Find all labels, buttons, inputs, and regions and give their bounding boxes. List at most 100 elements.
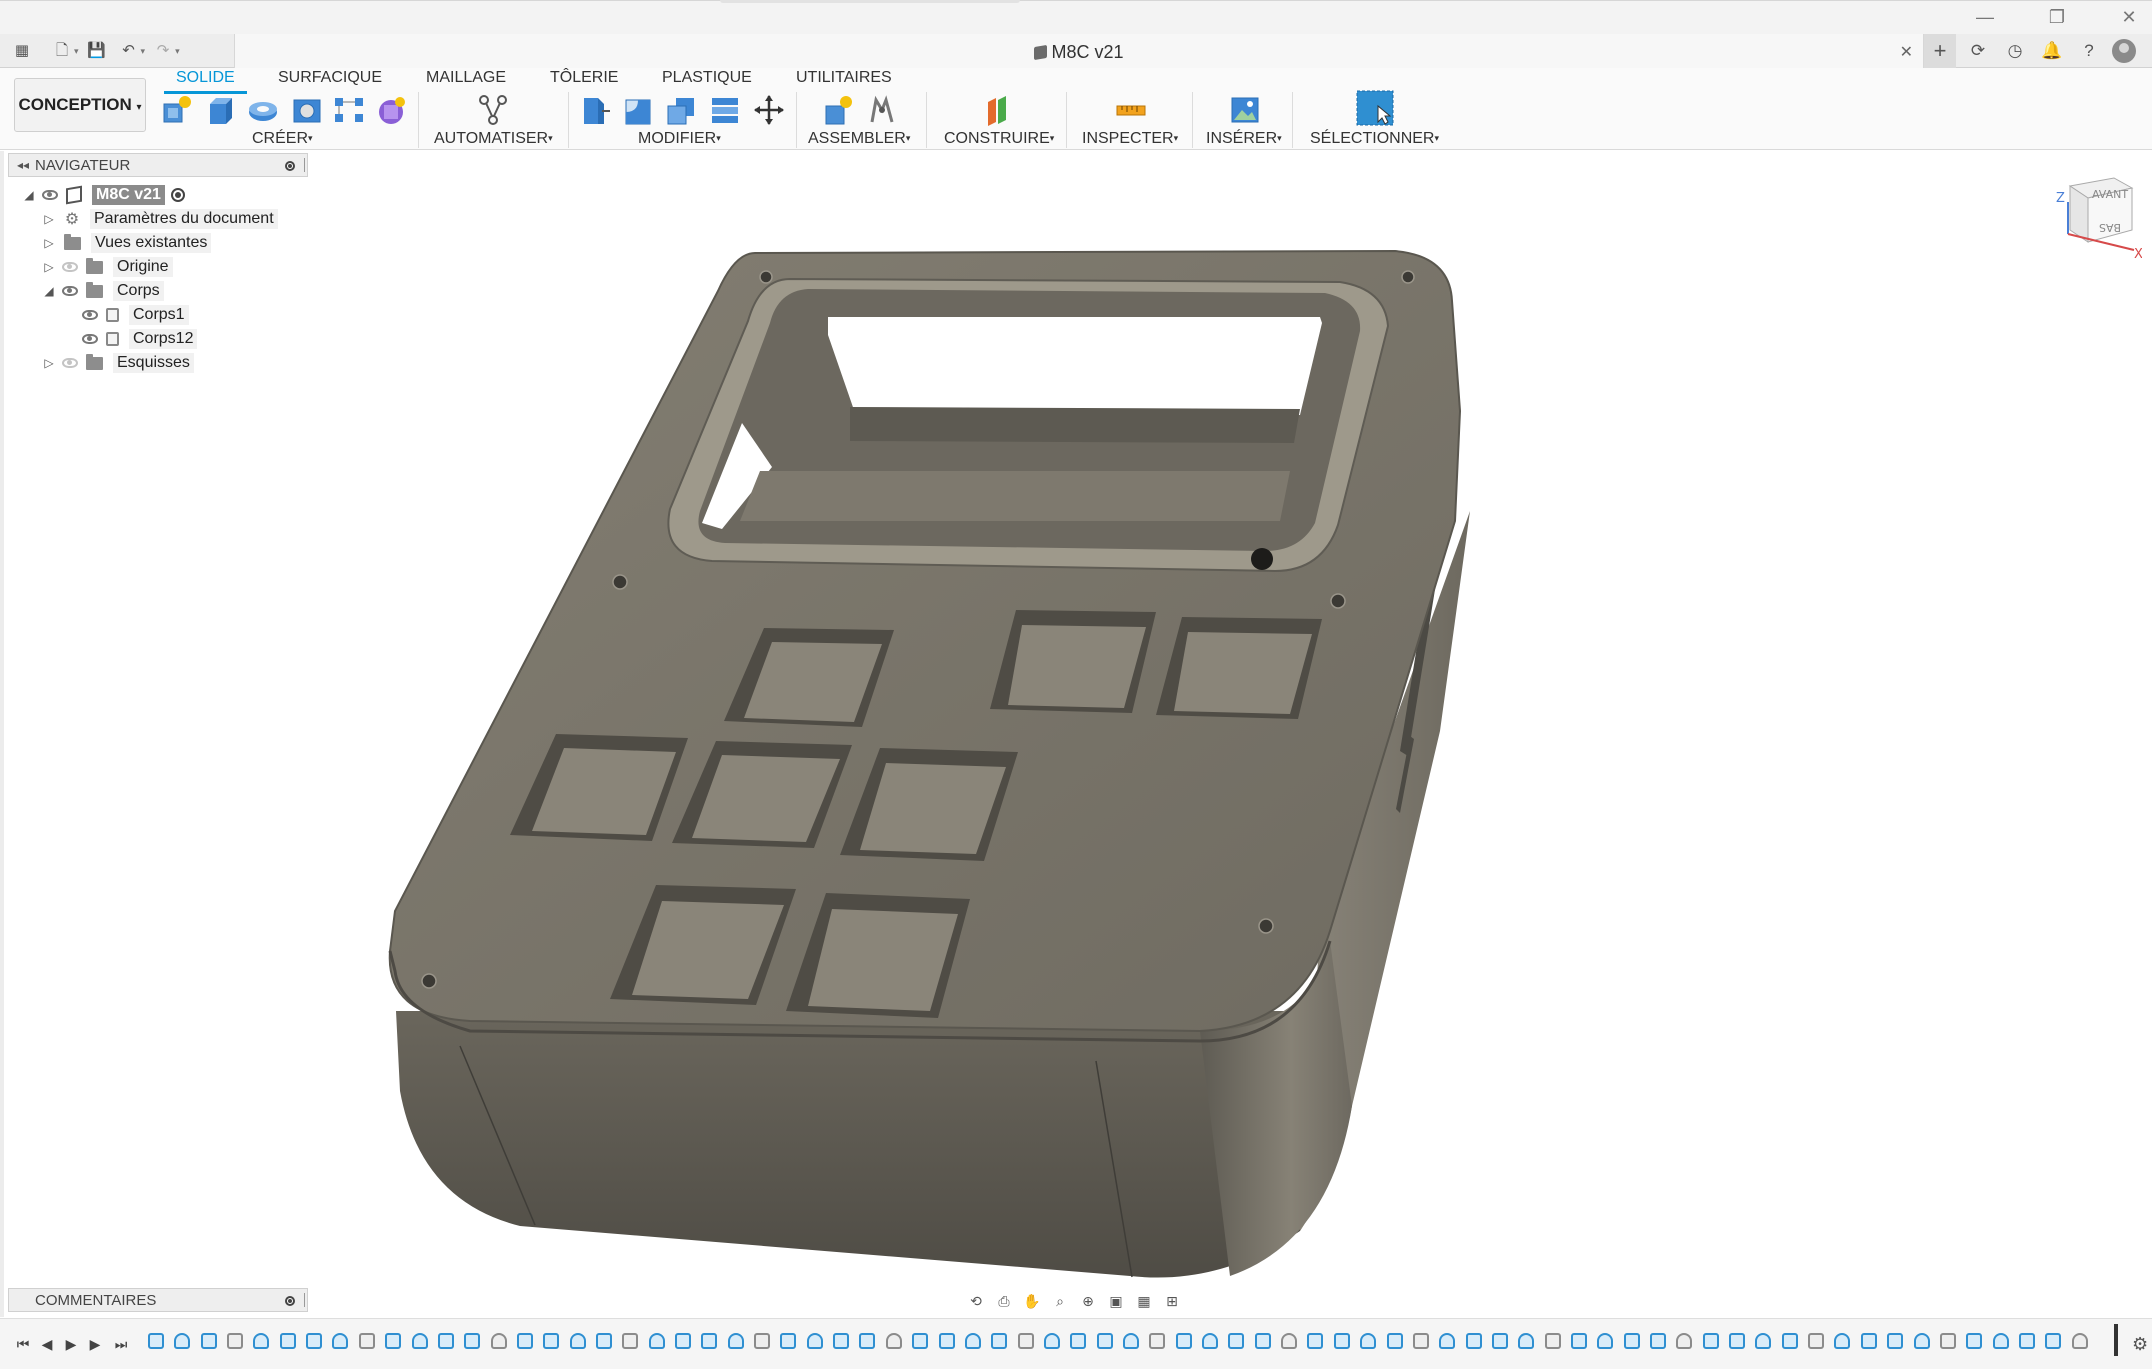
- create-form-icon[interactable]: [374, 94, 408, 126]
- timeline-feature[interactable]: [1834, 1333, 1850, 1349]
- timeline-feature[interactable]: [332, 1333, 348, 1349]
- close-window-button[interactable]: ✕: [2116, 5, 2142, 29]
- data-panel-grid-icon[interactable]: ▦: [12, 41, 32, 61]
- select-icon[interactable]: [1356, 90, 1394, 126]
- look-at-icon[interactable]: ⎙: [992, 1291, 1016, 1311]
- timeline-feature[interactable]: [1861, 1333, 1877, 1349]
- timeline-feature[interactable]: [939, 1333, 955, 1349]
- timeline-feature[interactable]: [780, 1333, 796, 1349]
- undo-caret[interactable]: ▾: [141, 46, 146, 57]
- tab-utilitaires[interactable]: UTILITAIRES: [796, 68, 892, 88]
- restore-button[interactable]: ❐: [2044, 5, 2070, 29]
- timeline-feature[interactable]: [1387, 1333, 1403, 1349]
- tab-plastique[interactable]: PLASTIQUE: [662, 68, 752, 88]
- timeline-feature[interactable]: [1307, 1333, 1323, 1349]
- timeline-feature[interactable]: [1413, 1333, 1429, 1349]
- measure-icon[interactable]: [1114, 94, 1148, 126]
- timeline-first-button[interactable]: ⏮: [12, 1333, 34, 1355]
- tree-toggle-icon[interactable]: ◢: [42, 284, 56, 298]
- pattern-icon[interactable]: [332, 94, 366, 126]
- timeline-feature[interactable]: [570, 1333, 586, 1349]
- timeline-feature-strip[interactable]: [148, 1329, 2108, 1357]
- timeline-prev-button[interactable]: ◀: [36, 1333, 58, 1355]
- document-tab[interactable]: M8C v21 ✕: [234, 34, 1924, 68]
- tree-item-corps12[interactable]: Corps12: [76, 328, 198, 350]
- tree-toggle-icon[interactable]: ▷: [42, 356, 56, 370]
- timeline-feature[interactable]: [385, 1333, 401, 1349]
- timeline-feature[interactable]: [1887, 1333, 1903, 1349]
- joint-icon[interactable]: [866, 94, 900, 126]
- timeline-feature[interactable]: [859, 1333, 875, 1349]
- tree-item-parametres[interactable]: ▷ ⚙ Paramètres du document: [42, 208, 278, 230]
- tab-maillage[interactable]: MAILLAGE: [426, 68, 506, 88]
- tree-toggle-icon[interactable]: ▷: [42, 236, 56, 250]
- activate-component-icon[interactable]: [170, 188, 185, 202]
- pan-icon[interactable]: ✋: [1020, 1291, 1044, 1311]
- timeline-feature[interactable]: [1123, 1333, 1139, 1349]
- tree-toggle-icon[interactable]: ▷: [42, 212, 56, 226]
- timeline-feature[interactable]: [1018, 1333, 1034, 1349]
- extensions-icon[interactable]: ⟳: [1963, 36, 1993, 66]
- timeline-feature[interactable]: [1228, 1333, 1244, 1349]
- timeline-feature[interactable]: [1360, 1333, 1376, 1349]
- navigator-grip[interactable]: [304, 158, 306, 172]
- timeline-feature[interactable]: [912, 1333, 928, 1349]
- timeline-feature[interactable]: [2019, 1333, 2035, 1349]
- extrude-icon[interactable]: [204, 94, 238, 126]
- insert-image-icon[interactable]: [1228, 94, 1262, 126]
- timeline-feature[interactable]: [1755, 1333, 1771, 1349]
- new-component-icon[interactable]: [160, 94, 194, 126]
- group-inserer[interactable]: INSÉRER▾: [1206, 128, 1282, 148]
- timeline-feature[interactable]: [1334, 1333, 1350, 1349]
- timeline-feature[interactable]: [1703, 1333, 1719, 1349]
- timeline-feature[interactable]: [227, 1333, 243, 1349]
- close-tab-icon[interactable]: ✕: [1900, 42, 1913, 62]
- job-status-icon[interactable]: ◷: [2000, 36, 2030, 66]
- timeline-feature[interactable]: [1281, 1333, 1297, 1349]
- tree-item-origine[interactable]: ▷ Origine: [42, 256, 173, 278]
- timeline-marker[interactable]: [2114, 1324, 2118, 1356]
- shell-icon[interactable]: [708, 94, 742, 126]
- comments-panel-header[interactable]: COMMENTAIRES: [8, 1288, 308, 1312]
- undo-icon[interactable]: ↶: [119, 41, 139, 61]
- timeline-feature[interactable]: [1808, 1333, 1824, 1349]
- press-pull-icon[interactable]: [578, 94, 612, 126]
- navigator-pin-icon[interactable]: [285, 161, 295, 171]
- timeline-feature[interactable]: [543, 1333, 559, 1349]
- timeline-feature[interactable]: [1149, 1333, 1165, 1349]
- visibility-eye-icon[interactable]: [42, 190, 58, 200]
- timeline-feature[interactable]: [1650, 1333, 1666, 1349]
- group-selectionner[interactable]: SÉLECTIONNER▾: [1310, 128, 1439, 148]
- tree-item-corps[interactable]: ◢ Corps: [42, 280, 164, 302]
- timeline-feature[interactable]: [728, 1333, 744, 1349]
- timeline-feature[interactable]: [491, 1333, 507, 1349]
- display-settings-icon[interactable]: ▣: [1104, 1291, 1128, 1311]
- visibility-eye-icon[interactable]: [62, 358, 78, 368]
- timeline-feature[interactable]: [622, 1333, 638, 1349]
- timeline-feature[interactable]: [1993, 1333, 2009, 1349]
- notifications-bell-icon[interactable]: 🔔: [2037, 36, 2067, 66]
- timeline-feature[interactable]: [701, 1333, 717, 1349]
- group-modifier[interactable]: MODIFIER▾: [638, 128, 721, 148]
- workspace-switcher-button[interactable]: CONCEPTION ▾: [14, 78, 146, 132]
- zoom-window-icon[interactable]: ⌕: [1048, 1291, 1072, 1311]
- tree-item-vues[interactable]: ▷ Vues existantes: [42, 232, 212, 254]
- timeline-feature[interactable]: [1624, 1333, 1640, 1349]
- timeline-feature[interactable]: [359, 1333, 375, 1349]
- timeline-feature[interactable]: [2072, 1333, 2088, 1349]
- tree-root[interactable]: ◢ M8C v21: [22, 184, 185, 206]
- offset-plane-icon[interactable]: [982, 94, 1016, 126]
- help-icon[interactable]: ?: [2074, 36, 2104, 66]
- timeline-feature[interactable]: [517, 1333, 533, 1349]
- user-avatar[interactable]: [2112, 39, 2136, 63]
- comments-pin-icon[interactable]: [285, 1296, 295, 1306]
- timeline-feature[interactable]: [807, 1333, 823, 1349]
- redo-caret[interactable]: ▾: [175, 46, 180, 57]
- timeline-feature[interactable]: [1070, 1333, 1086, 1349]
- fillet-icon[interactable]: [622, 94, 656, 126]
- fit-icon[interactable]: ⊕: [1076, 1291, 1100, 1311]
- comments-grip[interactable]: [304, 1293, 306, 1307]
- timeline-feature[interactable]: [1940, 1333, 1956, 1349]
- tab-surfacique[interactable]: SURFACIQUE: [278, 68, 382, 88]
- tree-toggle-icon[interactable]: ◢: [22, 188, 36, 202]
